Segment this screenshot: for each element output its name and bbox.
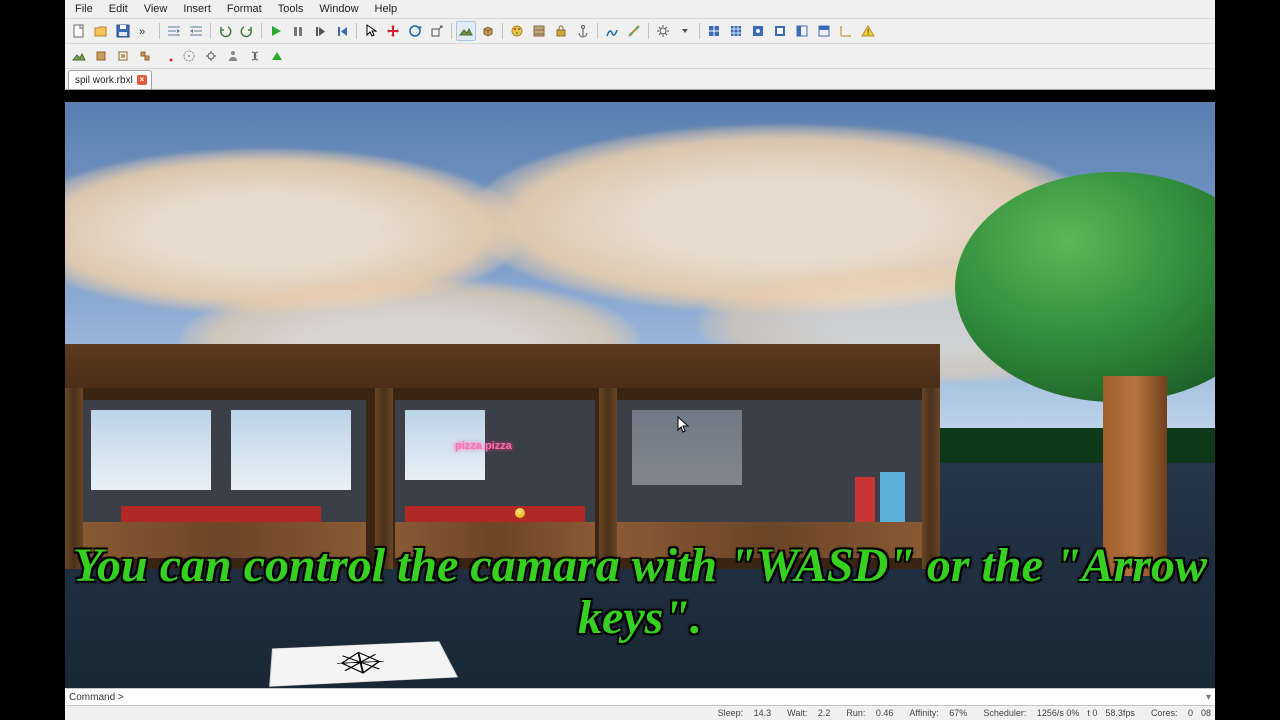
lock-button[interactable] <box>551 21 571 41</box>
axis-button[interactable] <box>836 21 856 41</box>
separator <box>502 23 503 39</box>
tab-label: spil work.rbxl <box>75 75 133 86</box>
t2-h-button[interactable] <box>223 46 243 66</box>
separator <box>699 23 700 39</box>
play-button[interactable] <box>266 21 286 41</box>
t2-f-button[interactable] <box>179 46 199 66</box>
stop-button[interactable] <box>332 21 352 41</box>
grid4-button[interactable] <box>770 21 790 41</box>
layout2-button[interactable] <box>814 21 834 41</box>
pause-button[interactable] <box>288 21 308 41</box>
separator <box>356 23 357 39</box>
chevron-icon[interactable]: » <box>135 21 155 41</box>
t2-d-button[interactable] <box>135 46 155 66</box>
separator <box>159 23 160 39</box>
status-sleep: Sleep: 14.3 <box>710 708 772 718</box>
scale-tool-button[interactable] <box>427 21 447 41</box>
indent-in-button[interactable] <box>186 21 206 41</box>
rotate-tool-button[interactable] <box>405 21 425 41</box>
joint-button[interactable] <box>624 21 644 41</box>
part-button[interactable] <box>478 21 498 41</box>
tab-document[interactable]: spil work.rbxl × <box>68 70 152 89</box>
status-ob: 08 <box>1201 708 1211 718</box>
t2-j-button[interactable] <box>267 46 287 66</box>
menu-edit[interactable]: Edit <box>101 1 136 17</box>
select-tool-button[interactable] <box>361 21 381 41</box>
t2-c-button[interactable] <box>113 46 133 66</box>
dropdown-button[interactable] <box>675 21 695 41</box>
svg-text:!: ! <box>867 28 869 37</box>
separator <box>597 23 598 39</box>
t2-i-button[interactable] <box>245 46 265 66</box>
menu-insert[interactable]: Insert <box>175 1 219 17</box>
toolbar-secondary <box>65 44 1215 69</box>
status-affinity: Affinity: 67% <box>901 708 967 718</box>
separator <box>210 23 211 39</box>
command-label: Command > <box>69 692 124 703</box>
status-fps: 58.3fps <box>1105 708 1135 718</box>
neon-sign: pizza pizza <box>455 440 512 452</box>
status-wait: Wait: 2.2 <box>779 708 830 718</box>
building: pizza pizza <box>65 344 940 569</box>
tab-bar: spil work.rbxl × <box>65 69 1215 90</box>
menu-format[interactable]: Format <box>219 1 270 17</box>
app-window: File Edit View Insert Format Tools Windo… <box>65 0 1215 720</box>
menu-file[interactable]: File <box>67 1 101 17</box>
move-tool-button[interactable] <box>383 21 403 41</box>
warn-button[interactable]: ! <box>858 21 878 41</box>
grid1-button[interactable] <box>704 21 724 41</box>
menu-window[interactable]: Window <box>311 1 366 17</box>
menu-tools[interactable]: Tools <box>270 1 312 17</box>
grid3-button[interactable] <box>748 21 768 41</box>
t2-e-button[interactable] <box>157 46 177 66</box>
caption-overlay: You can control the camara with "WASD" o… <box>65 540 1215 644</box>
color-button[interactable] <box>507 21 527 41</box>
viewport-3d[interactable]: pizza pizza You can control the camara w… <box>65 90 1215 688</box>
t2-b-button[interactable] <box>91 46 111 66</box>
menu-view[interactable]: View <box>136 1 176 17</box>
save-button[interactable] <box>113 21 133 41</box>
material-button[interactable] <box>529 21 549 41</box>
terrain-button[interactable] <box>456 21 476 41</box>
menu-bar: File Edit View Insert Format Tools Windo… <box>65 0 1215 19</box>
toolbar-main: » ! <box>65 19 1215 44</box>
separator <box>648 23 649 39</box>
separator <box>261 23 262 39</box>
grid2-button[interactable] <box>726 21 746 41</box>
svg-text:»: » <box>139 26 145 37</box>
status-cores: Cores: 0 <box>1143 708 1193 718</box>
new-file-button[interactable] <box>69 21 89 41</box>
anchor-button[interactable] <box>573 21 593 41</box>
surface-button[interactable] <box>602 21 622 41</box>
open-file-button[interactable] <box>91 21 111 41</box>
separator <box>451 23 452 39</box>
redo-button[interactable] <box>237 21 257 41</box>
close-tab-icon[interactable]: × <box>137 75 147 85</box>
status-bar: Sleep: 14.3 Wait: 2.2 Run: 0.46 Affinity… <box>65 706 1215 720</box>
indent-out-button[interactable] <box>164 21 184 41</box>
command-bar[interactable]: Command > ▾ <box>65 688 1215 706</box>
status-scheduler: Scheduler: 1256/s 0% <box>975 708 1079 718</box>
cursor-icon <box>677 416 689 434</box>
undo-button[interactable] <box>215 21 235 41</box>
status-t0: t 0 <box>1087 708 1097 718</box>
t2-a-button[interactable] <box>69 46 89 66</box>
layout1-button[interactable] <box>792 21 812 41</box>
command-dropdown-icon[interactable]: ▾ <box>1206 692 1211 703</box>
gear-button[interactable] <box>653 21 673 41</box>
status-run: Run: 0.46 <box>838 708 893 718</box>
step-button[interactable] <box>310 21 330 41</box>
t2-g-button[interactable] <box>201 46 221 66</box>
menu-help[interactable]: Help <box>367 1 406 17</box>
